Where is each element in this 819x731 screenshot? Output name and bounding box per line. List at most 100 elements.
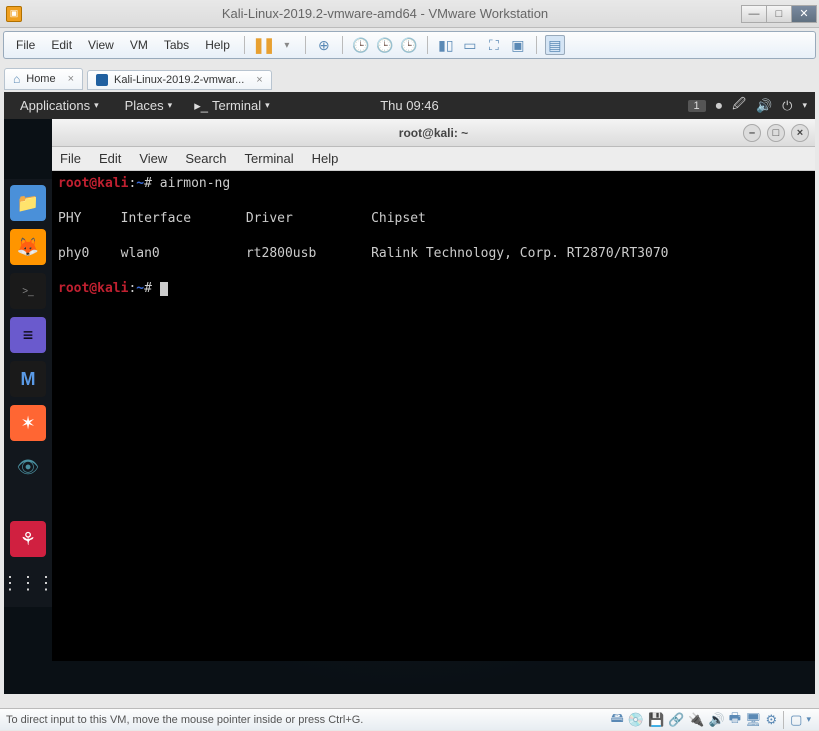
power-icon[interactable]: ⏻ [782,98,792,114]
applications-label: Applications [20,98,90,113]
tab-vm-label: Kali-Linux-2019.2-vmwar... [114,74,244,86]
status-floppy-icon[interactable]: 💾 [648,712,664,728]
term-menu-edit[interactable]: Edit [99,151,121,166]
cursor [160,282,168,296]
command-1: airmon-ng [160,176,230,191]
terminal-icon: ▸_ [194,98,208,114]
clock[interactable]: Thu 09:46 [380,98,439,113]
pause-button[interactable]: ❚❚ [253,35,273,55]
vmware-statusbar: To direct input to this VM, move the mou… [0,708,819,730]
terminal-close-button[interactable]: × [791,124,809,142]
dock-item-maltego[interactable]: 👁 [10,449,46,485]
status-msg-icon[interactable]: ▢ [790,712,802,728]
output-row-1: phy0 wlan0 rt2800usb Ralink Technology, … [58,246,668,261]
snapshot-manage-button[interactable]: 🕒 [399,35,419,55]
chevron-down-icon[interactable]: ▾ [802,100,807,111]
status-monitor-icon[interactable]: 🖥 [745,712,762,728]
menu-help[interactable]: Help [199,35,236,55]
prompt-hash: # [144,281,152,296]
prompt-user: root@kali [58,281,128,296]
status-net-icon[interactable]: 🔗 [668,712,684,728]
separator [305,36,306,54]
send-ctrlaltdel-button[interactable]: ⊕ [314,35,334,55]
vmware-menubar: File Edit View VM Tabs Help ❚❚ ▾ ⊕ 🕒 🕒 🕒… [3,31,816,59]
status-dropdown[interactable]: ▾ [806,714,811,725]
gnome-topbar: Applications▾ Places▾ ▸_ Terminal▾ Thu 0… [4,92,815,119]
home-icon: ⌂ [13,72,20,86]
maximize-button[interactable]: □ [766,5,792,23]
tab-vm[interactable]: Kali-Linux-2019.2-vmwar... × [87,70,272,90]
dock-item-firefox[interactable]: 🦊 [10,229,46,265]
volume-icon[interactable]: 🔊 [756,98,772,114]
menu-edit[interactable]: Edit [45,35,78,55]
status-cd-icon[interactable]: 💿 [628,712,644,728]
minimize-button[interactable]: — [741,5,767,23]
prompt-user: root@kali [58,176,128,191]
term-menu-file[interactable]: File [60,151,81,166]
vmware-tabbar: ⌂ Home × Kali-Linux-2019.2-vmwar... × [4,62,815,90]
menu-file[interactable]: File [10,35,41,55]
output-header: PHY Interface Driver Chipset [58,211,426,226]
dock-item-burp[interactable]: ✶ [10,405,46,441]
unity-button[interactable]: ▣ [508,35,528,55]
term-menu-view[interactable]: View [139,151,167,166]
menu-view[interactable]: View [82,35,120,55]
vmware-icon: ▣ [6,6,22,22]
term-menu-terminal[interactable]: Terminal [245,151,294,166]
terminal-body[interactable]: root@kali:~# airmon-ng PHY Interface Dri… [52,171,815,661]
vmware-title: Kali-Linux-2019.2-vmware-amd64 - VMware … [28,6,742,21]
separator [536,36,537,54]
tab-close-icon[interactable]: × [256,74,262,86]
record-icon[interactable]: ⏺ [716,98,723,114]
dock-item-cherrytree[interactable]: ⚘ [10,521,46,557]
dock-item-metasploit[interactable]: M [10,361,46,397]
status-usb-icon[interactable]: 🔌 [688,712,704,728]
status-printer-icon[interactable]: 🖶 [729,709,741,731]
tab-home[interactable]: ⌂ Home × [4,68,83,90]
app-menu-label: Terminal [212,98,261,113]
kali-icon [96,74,108,86]
tab-close-icon[interactable]: × [68,73,74,85]
status-sound-icon[interactable]: 🔊 [709,712,725,728]
workspace-indicator[interactable]: 1 [688,100,706,112]
status-text: To direct input to this VM, move the mou… [6,714,363,726]
prompt-path: ~ [136,281,144,296]
snapshot-revert-button[interactable]: 🕒 [375,35,395,55]
terminal-menubar: File Edit View Search Terminal Help [52,147,815,171]
screenshot-icon[interactable]: 🖉 [732,95,746,117]
library-button[interactable]: ▤ [545,35,565,55]
dock-item-show-apps[interactable]: ⋮⋮⋮ [10,565,46,601]
terminal-titlebar[interactable]: root@kali: ~ – □ × [52,119,815,147]
dock-item-terminal[interactable]: >_ [10,273,46,309]
chevron-down-icon: ▾ [168,100,173,111]
terminal-minimize-button[interactable]: – [743,124,761,142]
places-menu[interactable]: Places ▾ [119,96,179,115]
view-button-2[interactable]: ▭ [460,35,480,55]
dock-item-editor[interactable]: ≡ [10,317,46,353]
terminal-maximize-button[interactable]: □ [767,124,785,142]
app-menu-terminal[interactable]: ▸_ Terminal▾ [188,96,275,116]
fullscreen-button[interactable]: ⛶ [484,35,504,55]
applications-menu[interactable]: Applications ▾ [14,96,105,115]
status-device-icon[interactable]: ⚙ [766,712,778,728]
vm-viewport[interactable]: Applications▾ Places▾ ▸_ Terminal▾ Thu 0… [4,92,815,694]
places-label: Places [125,98,164,113]
separator [783,711,784,729]
chevron-down-icon: ▾ [94,100,99,111]
menu-tabs[interactable]: Tabs [158,35,195,55]
close-button[interactable]: ✕ [791,5,817,23]
term-menu-search[interactable]: Search [185,151,226,166]
pause-dropdown[interactable]: ▾ [277,35,297,55]
terminal-window: root@kali: ~ – □ × File Edit View Search… [52,119,815,661]
separator [427,36,428,54]
status-hdd-icon[interactable]: 🖴 [611,709,624,731]
separator [244,36,245,54]
prompt-path: ~ [136,176,144,191]
desktop[interactable]: 📁 🦊 >_ ≡ M ✶ 👁 ⚘ ⋮⋮⋮ Terminal WinboxPoC-… [4,119,815,694]
menu-vm[interactable]: VM [124,35,154,55]
term-menu-help[interactable]: Help [312,151,339,166]
dock-item-files[interactable]: 📁 [10,185,46,221]
snapshot-take-button[interactable]: 🕒 [351,35,371,55]
view-button-1[interactable]: ▮▯ [436,35,456,55]
dock: 📁 🦊 >_ ≡ M ✶ 👁 ⚘ ⋮⋮⋮ [4,179,52,607]
